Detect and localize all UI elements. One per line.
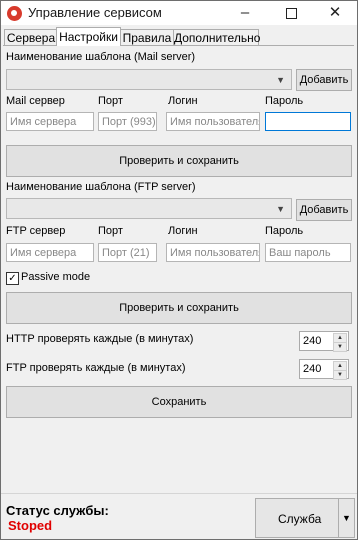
- http-interval-label: HTTP проверять каждые (в минутах): [6, 333, 194, 345]
- service-status-label: Статус службы:: [6, 503, 109, 518]
- arrow-down-icon[interactable]: ▼: [333, 370, 347, 380]
- window-title: Управление сервисом: [28, 5, 162, 20]
- maximize-button[interactable]: [273, 1, 309, 25]
- mail-port-label: Порт: [98, 95, 123, 107]
- chevron-down-icon: ▼: [276, 75, 285, 85]
- tab-settings[interactable]: Настройки: [56, 27, 121, 46]
- ftp-template-select[interactable]: ▼: [6, 198, 292, 219]
- ftp-interval-stepper[interactable]: 240 ▲ ▼: [299, 359, 349, 380]
- ftp-port-input[interactable]: Порт (21): [98, 243, 157, 262]
- mail-server-label: Mail сервер: [6, 95, 65, 107]
- mail-check-save-button[interactable]: Проверить и сохранить: [6, 145, 352, 177]
- ftp-password-label: Пароль: [265, 225, 304, 237]
- app-window: Управление сервисом – ✕ Сервера Настройк…: [0, 0, 358, 540]
- arrow-down-icon[interactable]: ▼: [333, 342, 347, 352]
- tab-bar: Сервера Настройки Правила Дополнительно: [4, 27, 354, 46]
- http-interval-value: 240: [303, 335, 322, 347]
- chevron-down-icon[interactable]: ▼: [338, 499, 354, 537]
- mail-template-select[interactable]: ▼: [6, 69, 292, 90]
- mail-server-input[interactable]: Имя сервера: [6, 112, 94, 131]
- mail-login-label: Логин: [168, 95, 198, 107]
- maximize-icon: [285, 7, 297, 19]
- mail-add-button[interactable]: Добавить: [296, 69, 352, 91]
- save-button[interactable]: Сохранить: [6, 386, 352, 418]
- status-bar: Статус службы: Stoped Служба ▼: [1, 493, 357, 539]
- mail-login-input[interactable]: Имя пользователя: [166, 112, 260, 131]
- ftp-password-input[interactable]: Ваш пароль: [265, 243, 351, 262]
- mail-template-label: Наименование шаблона (Mail server): [6, 51, 196, 63]
- ftp-server-input[interactable]: Имя сервера: [6, 243, 94, 262]
- mail-port-input[interactable]: Порт (993): [98, 112, 157, 131]
- minimize-button[interactable]: –: [227, 1, 263, 25]
- passive-mode-checkbox[interactable]: ✓: [6, 272, 19, 285]
- ftp-login-input[interactable]: Имя пользователя: [166, 243, 260, 262]
- tab-servers[interactable]: Сервера: [4, 29, 58, 46]
- ftp-template-label: Наименование шаблона (FTP server): [6, 181, 196, 193]
- ftp-server-label: FTP сервер: [6, 225, 66, 237]
- service-button-label: Служба: [278, 512, 322, 526]
- tab-advanced[interactable]: Дополнительно: [173, 29, 260, 46]
- mail-password-input[interactable]: [265, 112, 351, 131]
- ftp-add-button[interactable]: Добавить: [296, 199, 352, 221]
- http-interval-stepper[interactable]: 240 ▲ ▼: [299, 331, 349, 352]
- passive-mode-label: Passive mode: [21, 271, 91, 283]
- ftp-port-label: Порт: [98, 225, 123, 237]
- ftp-login-label: Логин: [168, 225, 198, 237]
- service-button[interactable]: Служба ▼: [255, 498, 355, 538]
- ftp-check-save-button[interactable]: Проверить и сохранить: [6, 292, 352, 324]
- service-status-value: Stoped: [8, 518, 53, 533]
- settings-panel: Наименование шаблона (Mail server) ▼ Доб…: [3, 45, 354, 494]
- app-icon: [7, 6, 22, 21]
- close-button[interactable]: ✕: [317, 1, 353, 25]
- tab-rules[interactable]: Правила: [119, 29, 175, 46]
- title-bar: Управление сервисом – ✕: [1, 1, 357, 25]
- ftp-interval-label: FTP проверять каждые (в минутах): [6, 362, 186, 374]
- chevron-down-icon: ▼: [276, 204, 285, 214]
- ftp-interval-value: 240: [303, 363, 322, 375]
- mail-password-label: Пароль: [265, 95, 304, 107]
